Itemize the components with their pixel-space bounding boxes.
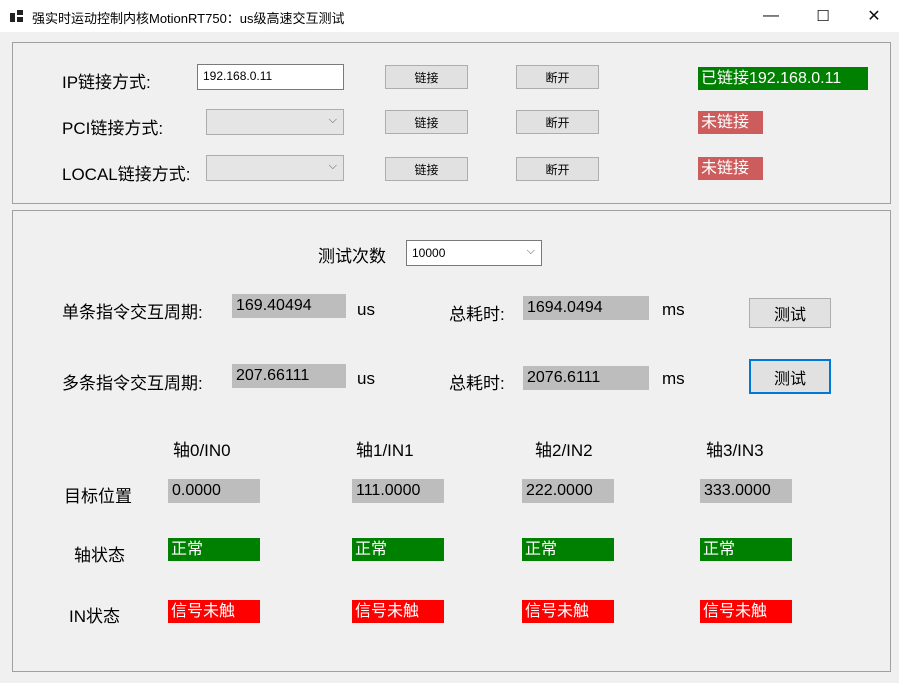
test-count-value: 10000 bbox=[412, 246, 446, 260]
pci-disconnect-button[interactable]: 断开 bbox=[516, 110, 599, 134]
single-period-unit: us bbox=[357, 300, 375, 319]
multi-test-button[interactable]: 测试 bbox=[749, 359, 831, 394]
local-disconnect-button[interactable]: 断开 bbox=[516, 157, 599, 181]
maximize-button[interactable]: ☐ bbox=[800, 0, 846, 32]
single-test-button[interactable]: 测试 bbox=[749, 298, 831, 328]
pci-connect-label: PCI链接方式: bbox=[62, 119, 164, 138]
axis-header: 轴2/IN2 bbox=[535, 441, 593, 460]
ip-address-input[interactable]: 192.168.0.11 bbox=[197, 64, 344, 90]
axis-state-badge: 正常 bbox=[522, 538, 614, 561]
single-total-value: 1694.0494 bbox=[523, 296, 649, 320]
target-position-label: 目标位置 bbox=[64, 487, 132, 506]
pci-status: 未链接 bbox=[698, 111, 763, 134]
multi-period-label: 多条指令交互周期: bbox=[62, 374, 203, 393]
minimize-button[interactable]: — bbox=[748, 0, 794, 32]
title-bar: 强实时运动控制内核MotionRT750：us级高速交互测试 — ☐ ✕ bbox=[0, 0, 899, 32]
multi-period-unit: us bbox=[357, 369, 375, 388]
axis-state-badge: 正常 bbox=[352, 538, 444, 561]
in-state-badge: 信号未触 bbox=[168, 600, 260, 623]
local-connect-label: LOCAL链接方式: bbox=[62, 165, 191, 184]
pci-connect-button[interactable]: 链接 bbox=[385, 110, 468, 134]
chevron-down-icon: ⌵ bbox=[328, 114, 337, 126]
target-position-value: 0.0000 bbox=[168, 479, 260, 503]
app-icon bbox=[10, 10, 24, 22]
chevron-down-icon: ⌵ bbox=[328, 160, 337, 172]
axis-state-badge: 正常 bbox=[700, 538, 792, 561]
window-title: 强实时运动控制内核MotionRT750：us级高速交互测试 bbox=[32, 11, 345, 26]
target-position-value: 222.0000 bbox=[522, 479, 614, 503]
close-button[interactable]: ✕ bbox=[851, 0, 897, 32]
single-period-value: 169.40494 bbox=[232, 294, 346, 318]
ip-connect-label: IP链接方式: bbox=[62, 73, 151, 92]
single-period-label: 单条指令交互周期: bbox=[62, 303, 203, 322]
target-position-value: 333.0000 bbox=[700, 479, 792, 503]
main-window: 强实时运动控制内核MotionRT750：us级高速交互测试 — ☐ ✕ IP链… bbox=[0, 0, 899, 683]
test-count-select[interactable]: 10000 ⌵ bbox=[406, 240, 542, 266]
ip-status: 已链接192.168.0.11 bbox=[698, 67, 868, 90]
local-connect-button[interactable]: 链接 bbox=[385, 157, 468, 181]
axis-state-badge: 正常 bbox=[168, 538, 260, 561]
in-state-badge: 信号未触 bbox=[352, 600, 444, 623]
local-status: 未链接 bbox=[698, 157, 763, 180]
target-position-value: 111.0000 bbox=[352, 479, 444, 503]
multi-total-value: 2076.6111 bbox=[523, 366, 649, 390]
multi-total-label: 总耗时: bbox=[449, 374, 505, 393]
ip-connect-button[interactable]: 链接 bbox=[385, 65, 468, 89]
chevron-down-icon: ⌵ bbox=[526, 245, 535, 257]
axis-state-label: 轴状态 bbox=[74, 546, 125, 565]
multi-period-value: 207.66111 bbox=[232, 364, 346, 388]
axis-header: 轴3/IN3 bbox=[706, 441, 764, 460]
pci-select[interactable]: ⌵ bbox=[206, 109, 344, 135]
multi-total-unit: ms bbox=[662, 369, 685, 388]
single-total-unit: ms bbox=[662, 300, 685, 319]
axis-header: 轴0/IN0 bbox=[173, 441, 231, 460]
test-count-label: 测试次数 bbox=[318, 247, 386, 266]
local-select[interactable]: ⌵ bbox=[206, 155, 344, 181]
in-state-label: IN状态 bbox=[69, 607, 120, 626]
in-state-badge: 信号未触 bbox=[522, 600, 614, 623]
in-state-badge: 信号未触 bbox=[700, 600, 792, 623]
single-total-label: 总耗时: bbox=[449, 305, 505, 324]
ip-disconnect-button[interactable]: 断开 bbox=[516, 65, 599, 89]
axis-header: 轴1/IN1 bbox=[356, 441, 414, 460]
